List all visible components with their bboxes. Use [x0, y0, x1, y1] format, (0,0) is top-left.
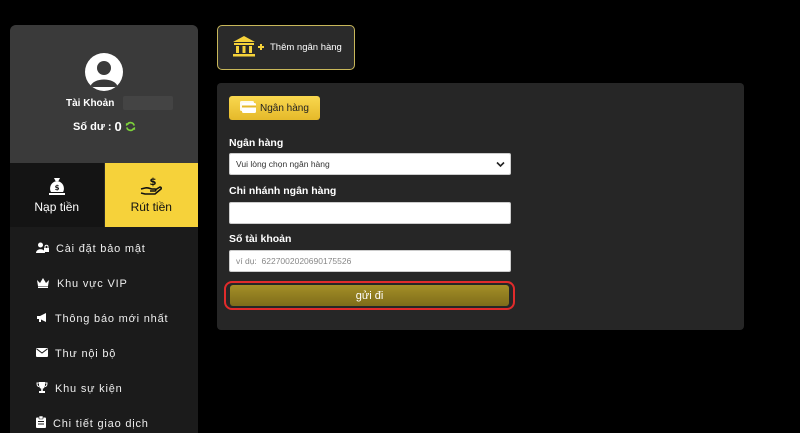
- hand-money-icon: $: [140, 176, 163, 196]
- wallet-tabs: $ Nạp tiền $ Rút tiền: [10, 163, 198, 227]
- sidebar-item-notifications[interactable]: Thông báo mới nhất: [10, 301, 198, 336]
- account-name-masked: [123, 96, 173, 110]
- sidebar-item-vip[interactable]: Khu vực VIP: [10, 266, 198, 301]
- bank-select-value: Vui lòng chọn ngân hàng: [236, 159, 330, 169]
- sidebar-item-label: Khu vực VIP: [57, 277, 128, 290]
- account-label: Tài Khoản: [66, 98, 115, 109]
- tab-deposit[interactable]: $ Nạp tiền: [10, 163, 105, 227]
- svg-text:$: $: [150, 177, 157, 188]
- sidebar-item-label: Chi tiết giao dịch: [53, 417, 149, 430]
- user-lock-icon: [36, 242, 49, 256]
- bank-plus-icon: [232, 35, 264, 60]
- card-icon: [240, 100, 256, 116]
- sidebar-item-security[interactable]: Cài đặt bảo mật: [10, 231, 198, 266]
- balance: Số dư : 0: [73, 119, 136, 134]
- bank-field-label: Ngân hàng: [229, 137, 284, 149]
- tab-deposit-label: Nạp tiền: [34, 200, 80, 214]
- branch-field-label: Chi nhánh ngân hàng: [229, 185, 337, 197]
- trophy-icon: [36, 381, 48, 396]
- chevron-down-icon: [496, 160, 505, 170]
- megaphone-icon: [36, 312, 48, 326]
- tab-withdraw[interactable]: $ Rút tiền: [104, 163, 198, 227]
- svg-text:$: $: [54, 184, 59, 192]
- crown-icon: [36, 277, 50, 291]
- balance-label: Số dư :: [73, 120, 112, 133]
- refresh-icon[interactable]: [125, 121, 136, 132]
- envelope-icon: [36, 347, 48, 360]
- sidebar-item-label: Thông báo mới nhất: [55, 312, 169, 325]
- bank-form-panel: Ngân hàng Ngân hàng Vui lòng chọn ngân h…: [217, 83, 744, 330]
- add-bank-label: Thêm ngân hàng: [270, 42, 342, 53]
- tab-bank[interactable]: Ngân hàng: [229, 96, 320, 120]
- profile-card: Tài Khoản Số dư : 0: [10, 25, 198, 163]
- sidebar-item-inbox[interactable]: Thư nội bộ: [10, 336, 198, 371]
- money-bag-icon: $: [47, 176, 67, 196]
- clipboard-icon: [36, 415, 46, 431]
- branch-input[interactable]: [229, 202, 511, 224]
- submit-button[interactable]: gửi đi: [230, 285, 509, 306]
- sidebar-item-label: Thư nội bộ: [55, 347, 117, 360]
- account-number-label: Số tài khoản: [229, 233, 292, 245]
- avatar-icon: [85, 53, 123, 91]
- bank-select[interactable]: Vui lòng chọn ngân hàng: [229, 153, 511, 175]
- sidebar-item-transactions[interactable]: Chi tiết giao dịch: [10, 406, 198, 433]
- add-bank-button[interactable]: Thêm ngân hàng: [217, 25, 355, 70]
- sidebar-item-label: Cài đặt bảo mật: [56, 242, 146, 255]
- tab-bank-label: Ngân hàng: [260, 102, 309, 114]
- account-number-input[interactable]: [229, 250, 511, 272]
- balance-value: 0: [114, 119, 122, 134]
- submit-highlight: gửi đi: [224, 281, 515, 310]
- sidebar: Tài Khoản Số dư : 0 $ Nạp tiền $ Rút tiề…: [10, 25, 198, 433]
- sidebar-item-events[interactable]: Khu sự kiện: [10, 371, 198, 406]
- sidebar-menu: Cài đặt bảo mật Khu vực VIP Thông báo mớ…: [10, 227, 198, 433]
- tab-withdraw-label: Rút tiền: [130, 200, 172, 214]
- sidebar-item-label: Khu sự kiện: [55, 382, 123, 395]
